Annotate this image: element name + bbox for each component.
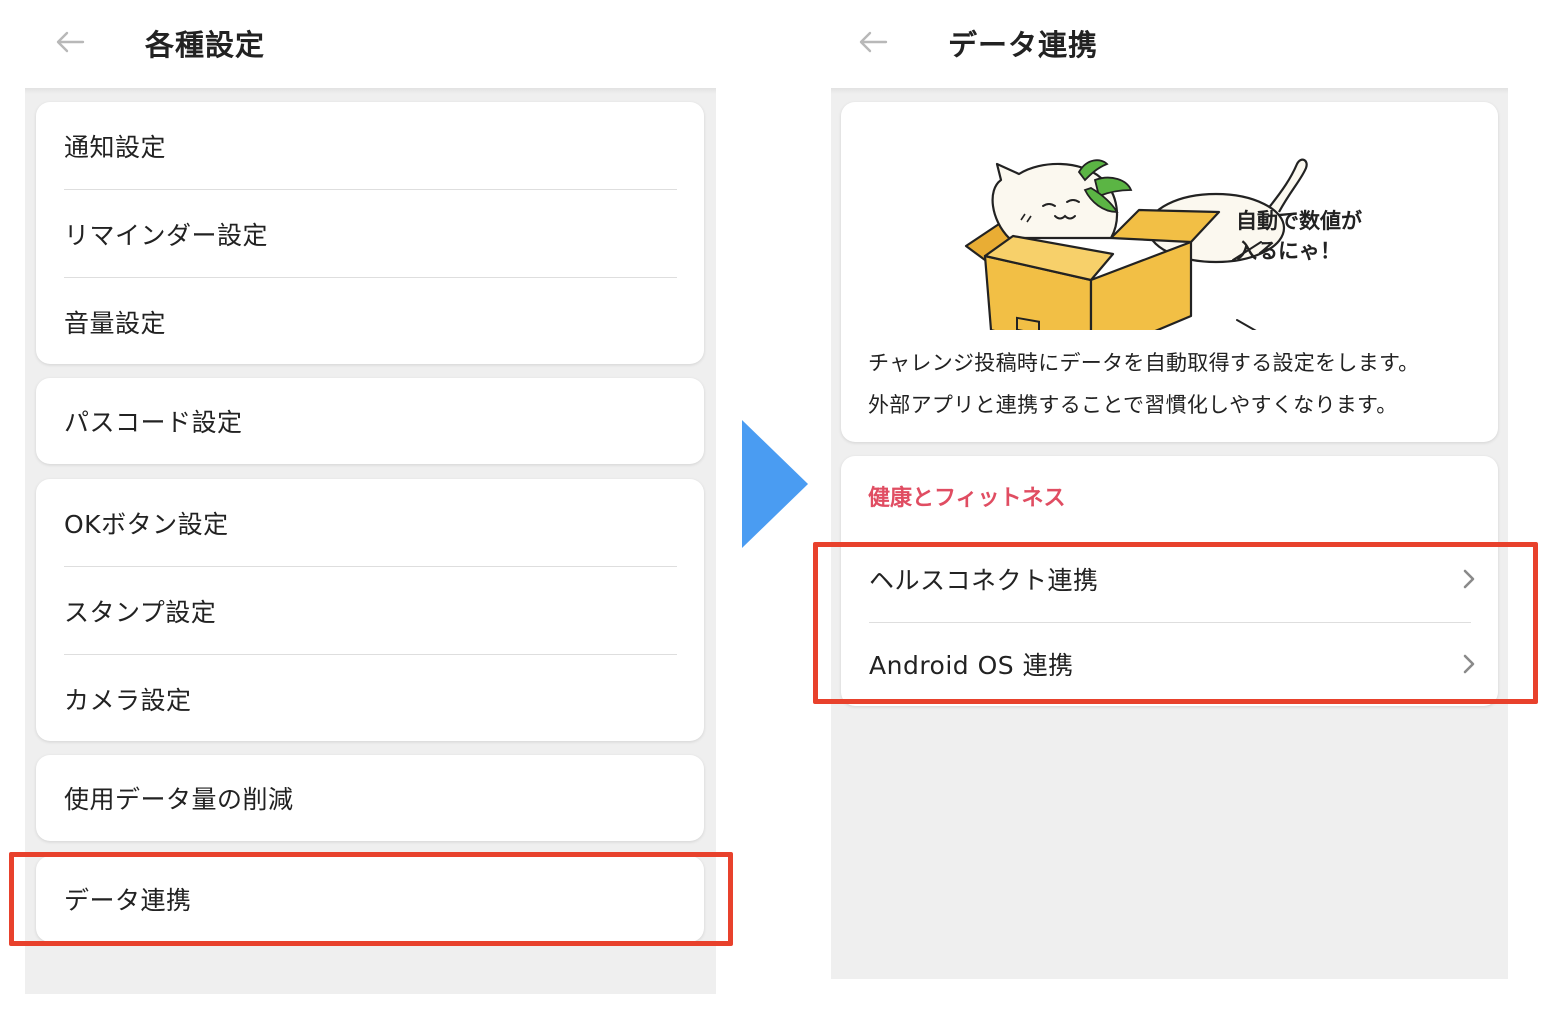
data-link-content: 自動で数値が 入るにゃ！ チャレンジ投稿時にデータを自動取得する設定をします。 … bbox=[831, 88, 1508, 979]
back-button[interactable] bbox=[50, 24, 90, 60]
back-button[interactable] bbox=[853, 24, 893, 60]
menu-item-label: OKボタン設定 bbox=[64, 510, 229, 539]
health-fitness-card: 健康とフィットネス ヘルスコネクト連携 Android OS 連携 bbox=[841, 456, 1498, 706]
data-link-screen: データ連携 自動で数値が 入るにゃ！ チャレンジ投稿時にデータを自動取得する設定… bbox=[831, 0, 1508, 979]
menu-item-data-link[interactable]: データ連携 bbox=[36, 856, 704, 942]
description-line: 外部アプリと連携することで習慣化しやすくなります。 bbox=[868, 393, 1398, 417]
menu-item-health-connect[interactable]: ヘルスコネクト連携 bbox=[841, 536, 1498, 622]
intro-description: チャレンジ投稿時にデータを自動取得する設定をします。 外部アプリと連携することで… bbox=[868, 342, 1420, 426]
flow-arrow-icon bbox=[742, 420, 808, 548]
speech-line: 入るにゃ！ bbox=[1236, 239, 1341, 263]
page-title: 各種設定 bbox=[145, 28, 266, 62]
menu-item-label: リマインダー設定 bbox=[64, 221, 269, 250]
top-bar: 各種設定 bbox=[25, 0, 716, 88]
speech-line: 自動で数値が bbox=[1236, 209, 1362, 233]
menu-item-ok-button[interactable]: OKボタン設定 bbox=[36, 479, 704, 567]
section-title: 健康とフィットネス bbox=[868, 486, 1066, 511]
menu-item-label: パスコード設定 bbox=[64, 408, 243, 437]
menu-item-label: Android OS 連携 bbox=[869, 651, 1074, 680]
settings-group-data-usage: 使用データ量の削減 bbox=[36, 755, 704, 841]
settings-list: 通知設定 リマインダー設定 音量設定 パスコード設定 OKボタン設定 スタンプ設… bbox=[25, 88, 716, 994]
menu-item-stamp[interactable]: スタンプ設定 bbox=[36, 567, 704, 655]
menu-item-camera[interactable]: カメラ設定 bbox=[36, 655, 704, 743]
mascot-speech: 自動で数値が 入るにゃ！ bbox=[1236, 206, 1362, 266]
menu-item-label: 音量設定 bbox=[64, 309, 167, 338]
menu-item-label: 通知設定 bbox=[64, 133, 167, 162]
description-line: チャレンジ投稿時にデータを自動取得する設定をします。 bbox=[868, 351, 1420, 375]
settings-group-general: 通知設定 リマインダー設定 音量設定 bbox=[36, 102, 704, 364]
settings-group-posting: OKボタン設定 スタンプ設定 カメラ設定 bbox=[36, 479, 704, 741]
menu-item-label: データ連携 bbox=[64, 886, 192, 915]
menu-item-passcode[interactable]: パスコード設定 bbox=[36, 378, 704, 464]
chevron-right-icon bbox=[1462, 653, 1476, 675]
menu-item-label: ヘルスコネクト連携 bbox=[869, 566, 1099, 595]
back-arrow-icon bbox=[56, 31, 85, 53]
menu-item-reminder[interactable]: リマインダー設定 bbox=[36, 190, 704, 278]
chevron-right-icon bbox=[1462, 568, 1476, 590]
menu-item-label: 使用データ量の削減 bbox=[64, 785, 294, 814]
menu-item-label: カメラ設定 bbox=[64, 686, 192, 715]
back-arrow-icon bbox=[859, 31, 888, 53]
intro-card: 自動で数値が 入るにゃ！ チャレンジ投稿時にデータを自動取得する設定をします。 … bbox=[841, 102, 1498, 442]
menu-item-reduce-data[interactable]: 使用データ量の削減 bbox=[36, 755, 704, 841]
menu-item-android-os[interactable]: Android OS 連携 bbox=[841, 622, 1498, 706]
menu-item-volume[interactable]: 音量設定 bbox=[36, 278, 704, 366]
settings-group-data-link: データ連携 bbox=[36, 856, 704, 942]
menu-item-notification[interactable]: 通知設定 bbox=[36, 102, 704, 190]
top-bar: データ連携 bbox=[831, 0, 1508, 88]
page-title: データ連携 bbox=[948, 28, 1099, 62]
settings-screen: 各種設定 通知設定 リマインダー設定 音量設定 パスコード設定 OKボタン設定 … bbox=[25, 0, 716, 994]
menu-item-label: スタンプ設定 bbox=[64, 598, 217, 627]
settings-group-security: パスコード設定 bbox=[36, 378, 704, 464]
